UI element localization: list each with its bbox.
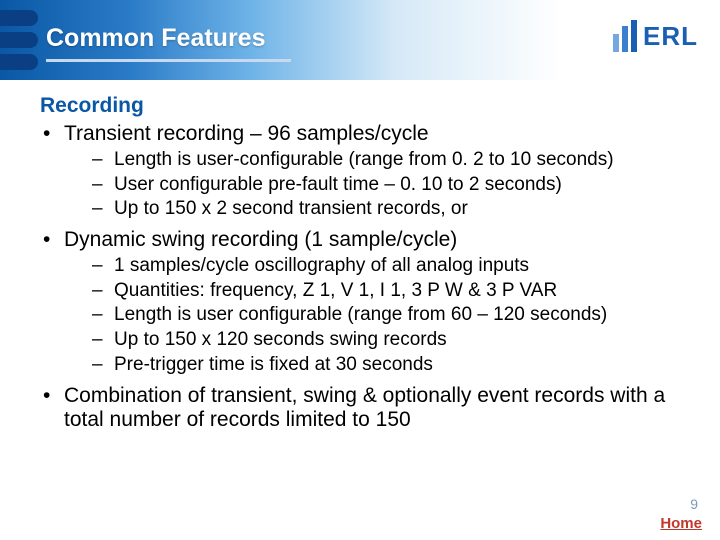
section-heading: Recording bbox=[40, 94, 684, 118]
sub-bullet-item: Pre-trigger time is fixed at 30 seconds bbox=[92, 353, 684, 378]
bullet-list: Transient recording – 96 samples/cycle L… bbox=[40, 122, 684, 432]
logo-bar bbox=[613, 34, 619, 52]
slide-title: Common Features bbox=[46, 24, 291, 53]
sub-bullet-list: Length is user-configurable (range from … bbox=[92, 148, 684, 222]
stripe bbox=[0, 32, 38, 48]
bullet-text: Dynamic swing recording (1 sample/cycle) bbox=[64, 228, 457, 251]
bullet-text: Combination of transient, swing & option… bbox=[64, 384, 665, 431]
sub-bullet-item: Up to 150 x 120 seconds swing records bbox=[92, 328, 684, 353]
title-container: Common Features bbox=[46, 24, 291, 62]
bullet-item: Dynamic swing recording (1 sample/cycle)… bbox=[40, 228, 684, 377]
sub-bullet-item: Quantities: frequency, Z 1, V 1, I 1, 3 … bbox=[92, 279, 684, 304]
sub-bullet-item: 1 samples/cycle oscillography of all ana… bbox=[92, 254, 684, 279]
bullet-text: Transient recording – 96 samples/cycle bbox=[64, 122, 429, 145]
bullet-item: Transient recording – 96 samples/cycle L… bbox=[40, 122, 684, 222]
slide-header: Common Features ERL bbox=[0, 0, 720, 80]
stripe bbox=[0, 10, 38, 26]
logo-text: ERL bbox=[643, 21, 698, 52]
title-underline bbox=[46, 59, 291, 62]
logo-bar bbox=[631, 20, 637, 52]
sub-bullet-item: Up to 150 x 2 second transient records, … bbox=[92, 197, 684, 222]
erl-logo: ERL bbox=[613, 20, 698, 52]
slide-content: Recording Transient recording – 96 sampl… bbox=[0, 80, 720, 432]
home-link[interactable]: Home bbox=[660, 515, 702, 532]
stripe bbox=[0, 54, 38, 70]
decorative-stripes bbox=[0, 0, 38, 80]
sub-bullet-item: User configurable pre-fault time – 0. 10… bbox=[92, 173, 684, 198]
page-number: 9 bbox=[690, 496, 698, 512]
logo-bars-icon bbox=[613, 20, 637, 52]
logo-bar bbox=[622, 26, 628, 52]
sub-bullet-item: Length is user configurable (range from … bbox=[92, 303, 684, 328]
sub-bullet-list: 1 samples/cycle oscillography of all ana… bbox=[92, 254, 684, 377]
bullet-item: Combination of transient, swing & option… bbox=[40, 384, 684, 432]
sub-bullet-item: Length is user-configurable (range from … bbox=[92, 148, 684, 173]
